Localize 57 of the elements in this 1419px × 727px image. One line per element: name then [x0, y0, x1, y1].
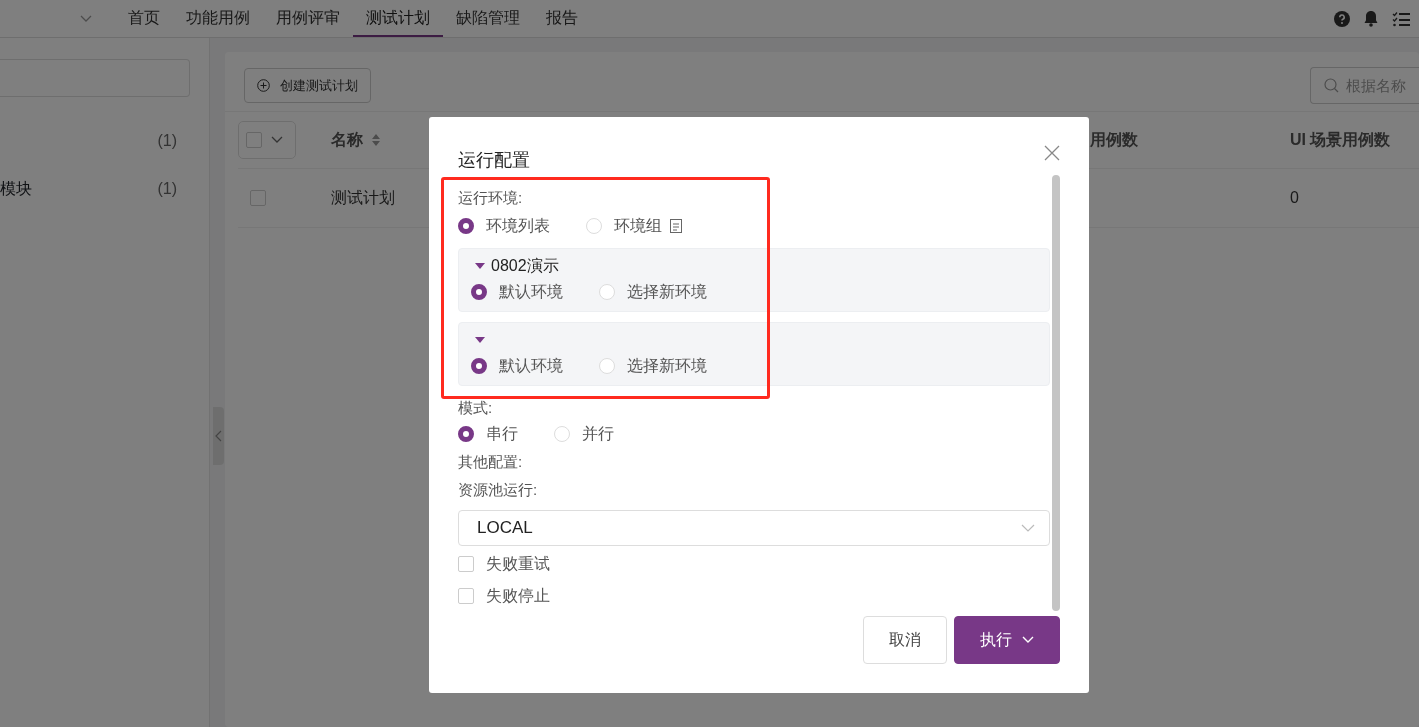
radio-label[interactable]: 环境组 — [614, 215, 662, 237]
nav-tab[interactable]: 报告 — [533, 0, 591, 37]
radio-button[interactable] — [458, 218, 474, 234]
cancel-button[interactable]: 取消 — [863, 616, 947, 664]
plus-circle-icon — [257, 79, 270, 92]
checklist-icon — [1392, 10, 1410, 27]
radio-label[interactable]: 默认环境 — [499, 355, 563, 377]
checkbox[interactable] — [458, 556, 474, 572]
caret-down-icon[interactable] — [475, 261, 485, 271]
search-icon — [1324, 78, 1339, 93]
field-label: 资源池运行: — [458, 480, 539, 500]
nav-tab[interactable]: 功能用例 — [173, 0, 263, 37]
collapse-handle[interactable] — [213, 407, 224, 465]
column-header: UI 场景用例数 — [1290, 129, 1391, 150]
chevron-left-icon — [215, 430, 222, 442]
checkbox-label[interactable]: 失败重试 — [486, 553, 550, 575]
dialog-title: 运行配置 — [458, 149, 530, 172]
select-all-dropdown[interactable] — [238, 121, 296, 159]
table-cell-text: 测试计划 — [331, 187, 395, 208]
field-label: 运行环境: — [458, 188, 524, 208]
radio-label[interactable]: 环境列表 — [486, 215, 550, 237]
run-button[interactable]: 执行 — [954, 616, 1060, 664]
radio-label[interactable]: 并行 — [582, 423, 614, 445]
scrollbar[interactable] — [1052, 175, 1060, 611]
radio-label[interactable]: 选择新环境 — [627, 355, 707, 377]
close-icon[interactable] — [1044, 145, 1060, 161]
nav-tab[interactable]: 首页 — [115, 0, 173, 37]
nav-tab[interactable]: 用例评审 — [263, 0, 353, 37]
resource-pool-select[interactable]: LOCAL — [458, 510, 1050, 546]
field-label: 其他配置: — [458, 452, 524, 472]
project-name: 0802演示 — [491, 255, 559, 276]
chevron-down-icon — [80, 14, 92, 23]
checkbox[interactable] — [458, 588, 474, 604]
table-cell: 0 — [1290, 189, 1299, 207]
create-plan-button[interactable]: 创建测试计划 — [244, 68, 371, 103]
field-label: 模式: — [458, 398, 494, 418]
nav-tab[interactable]: 测试计划 — [353, 0, 443, 37]
column-header: 名称 — [331, 129, 363, 150]
row-checkbox[interactable] — [250, 190, 266, 206]
node-count: (1) — [157, 132, 177, 150]
help-icon — [1334, 10, 1350, 27]
checkbox-label[interactable]: 失败停止 — [486, 585, 550, 607]
radio-button[interactable] — [471, 284, 487, 300]
node-count: (1) — [157, 180, 177, 198]
chevron-down-icon — [271, 136, 283, 144]
column-header: 用例数 — [1090, 129, 1138, 150]
radio-button[interactable] — [471, 358, 487, 374]
radio-label[interactable]: 串行 — [486, 423, 518, 445]
chevron-down-icon — [1021, 524, 1035, 532]
bell-icon — [1363, 10, 1379, 27]
caret-down-icon[interactable] — [475, 335, 485, 345]
radio-label[interactable]: 默认环境 — [499, 281, 563, 303]
tree-node-label[interactable]: 模块 — [0, 178, 32, 200]
chevron-down-icon — [1022, 636, 1034, 644]
nav-tab[interactable]: 缺陷管理 — [443, 0, 533, 37]
radio-button[interactable] — [458, 426, 474, 442]
radio-label[interactable]: 选择新环境 — [627, 281, 707, 303]
